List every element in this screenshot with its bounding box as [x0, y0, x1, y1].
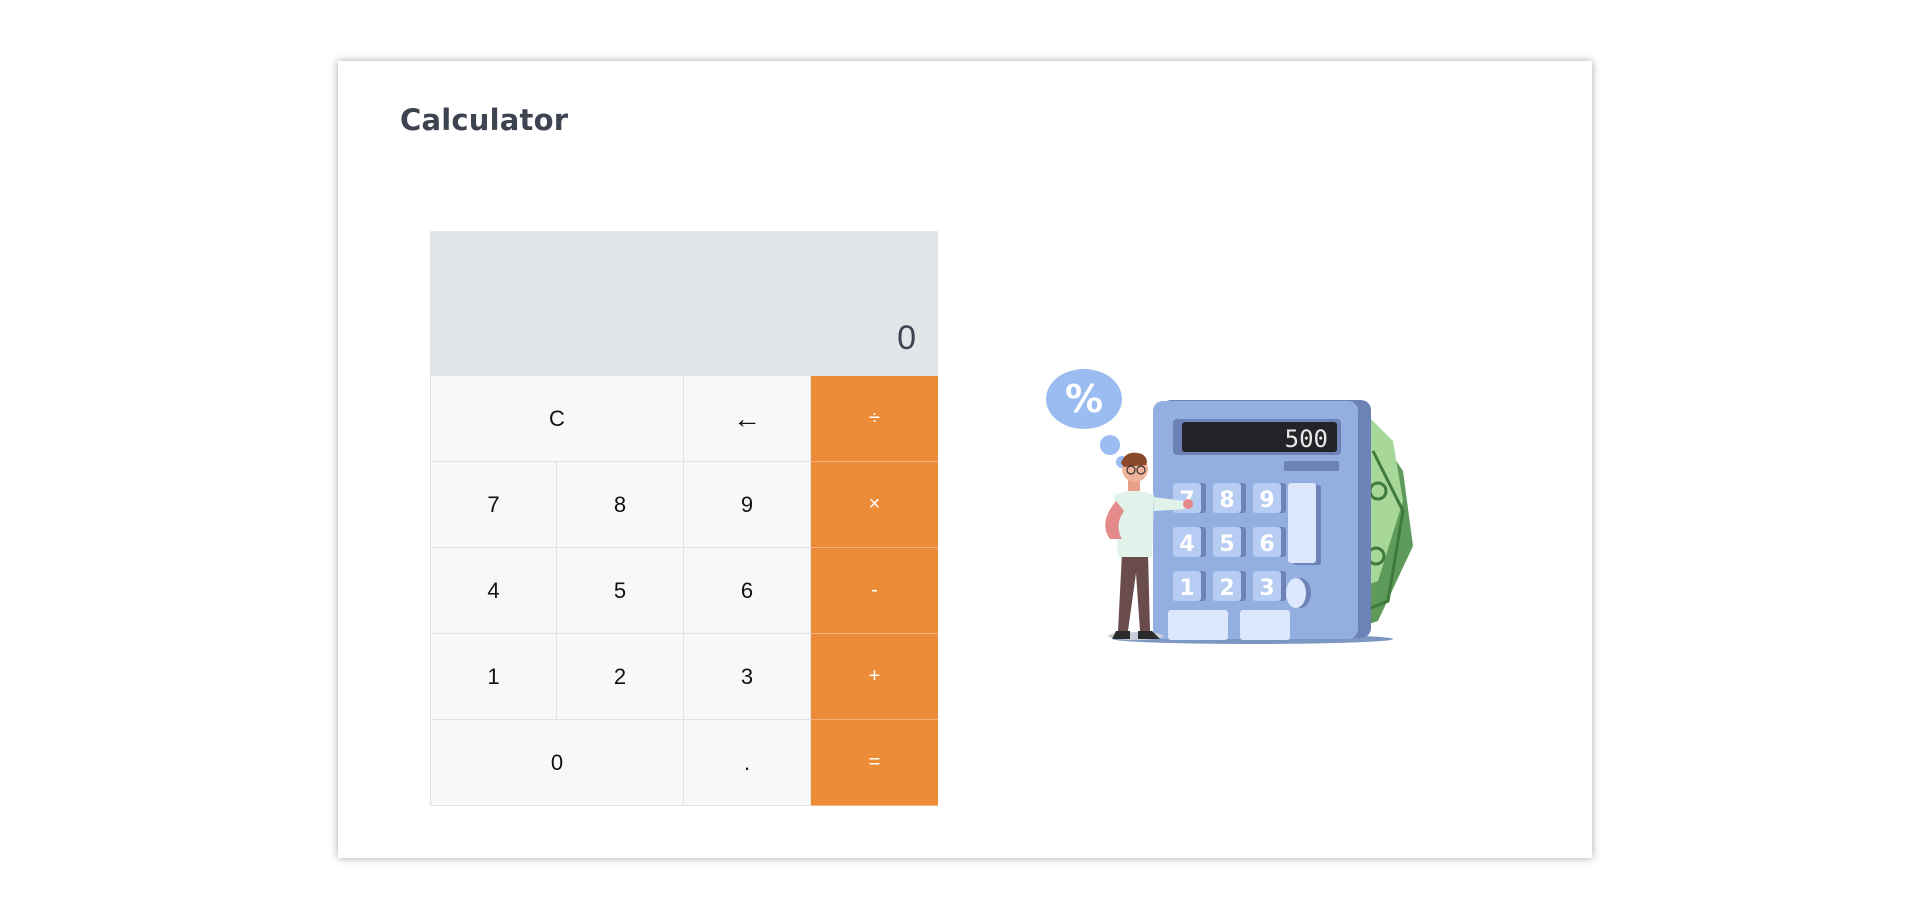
decimal-button[interactable]: . [684, 720, 811, 806]
divide-button[interactable]: ÷ [811, 376, 938, 462]
digit-8-button[interactable]: 8 [557, 462, 684, 548]
illustration-key-label: 8 [1219, 488, 1234, 513]
illustration-key-label: 3 [1259, 576, 1274, 601]
digit-7-button[interactable]: 7 [430, 462, 557, 548]
bubble-symbol: % [1065, 377, 1103, 421]
illustration-key-label: 6 [1259, 532, 1274, 557]
calculator-illustration: % 500 789456123 [1046, 369, 1413, 644]
digit-3-button[interactable]: 3 [684, 634, 811, 720]
multiply-button[interactable]: × [811, 462, 938, 548]
clear-button[interactable]: C [430, 376, 684, 462]
add-button[interactable]: + [811, 634, 938, 720]
digit-2-button[interactable]: 2 [557, 634, 684, 720]
illustration-screen-value: 500 [1285, 425, 1328, 453]
digit-0-button[interactable]: 0 [430, 720, 684, 806]
illustration-key-label: 2 [1219, 576, 1234, 601]
subtract-button[interactable]: - [811, 548, 938, 634]
illustration-key-label: 1 [1179, 576, 1194, 601]
calculator-display: 0 [430, 231, 938, 376]
backspace-button[interactable]: ← [684, 376, 811, 462]
calculator-keypad: C ← ÷ 7 8 9 × 4 5 6 - 1 2 3 + 0 . = [430, 376, 938, 806]
illustration-key-label: 5 [1219, 532, 1234, 557]
calculator-card: Calculator 0 C ← ÷ 7 8 9 × 4 5 6 - 1 2 3… [338, 61, 1592, 858]
digit-4-button[interactable]: 4 [430, 548, 557, 634]
illustration-key-label: 4 [1179, 532, 1194, 557]
big-calculator-icon: 500 789456123 [1113, 400, 1393, 644]
display-value: 0 [897, 319, 916, 357]
digit-9-button[interactable]: 9 [684, 462, 811, 548]
percent-bubble-icon: % [1046, 369, 1128, 468]
equals-button[interactable]: = [811, 720, 938, 806]
illustration-key-label: 9 [1259, 488, 1274, 513]
digit-6-button[interactable]: 6 [684, 548, 811, 634]
calculator: 0 C ← ÷ 7 8 9 × 4 5 6 - 1 2 3 + 0 . = [430, 231, 938, 806]
digit-1-button[interactable]: 1 [430, 634, 557, 720]
page-title: Calculator [400, 103, 569, 137]
digit-5-button[interactable]: 5 [557, 548, 684, 634]
